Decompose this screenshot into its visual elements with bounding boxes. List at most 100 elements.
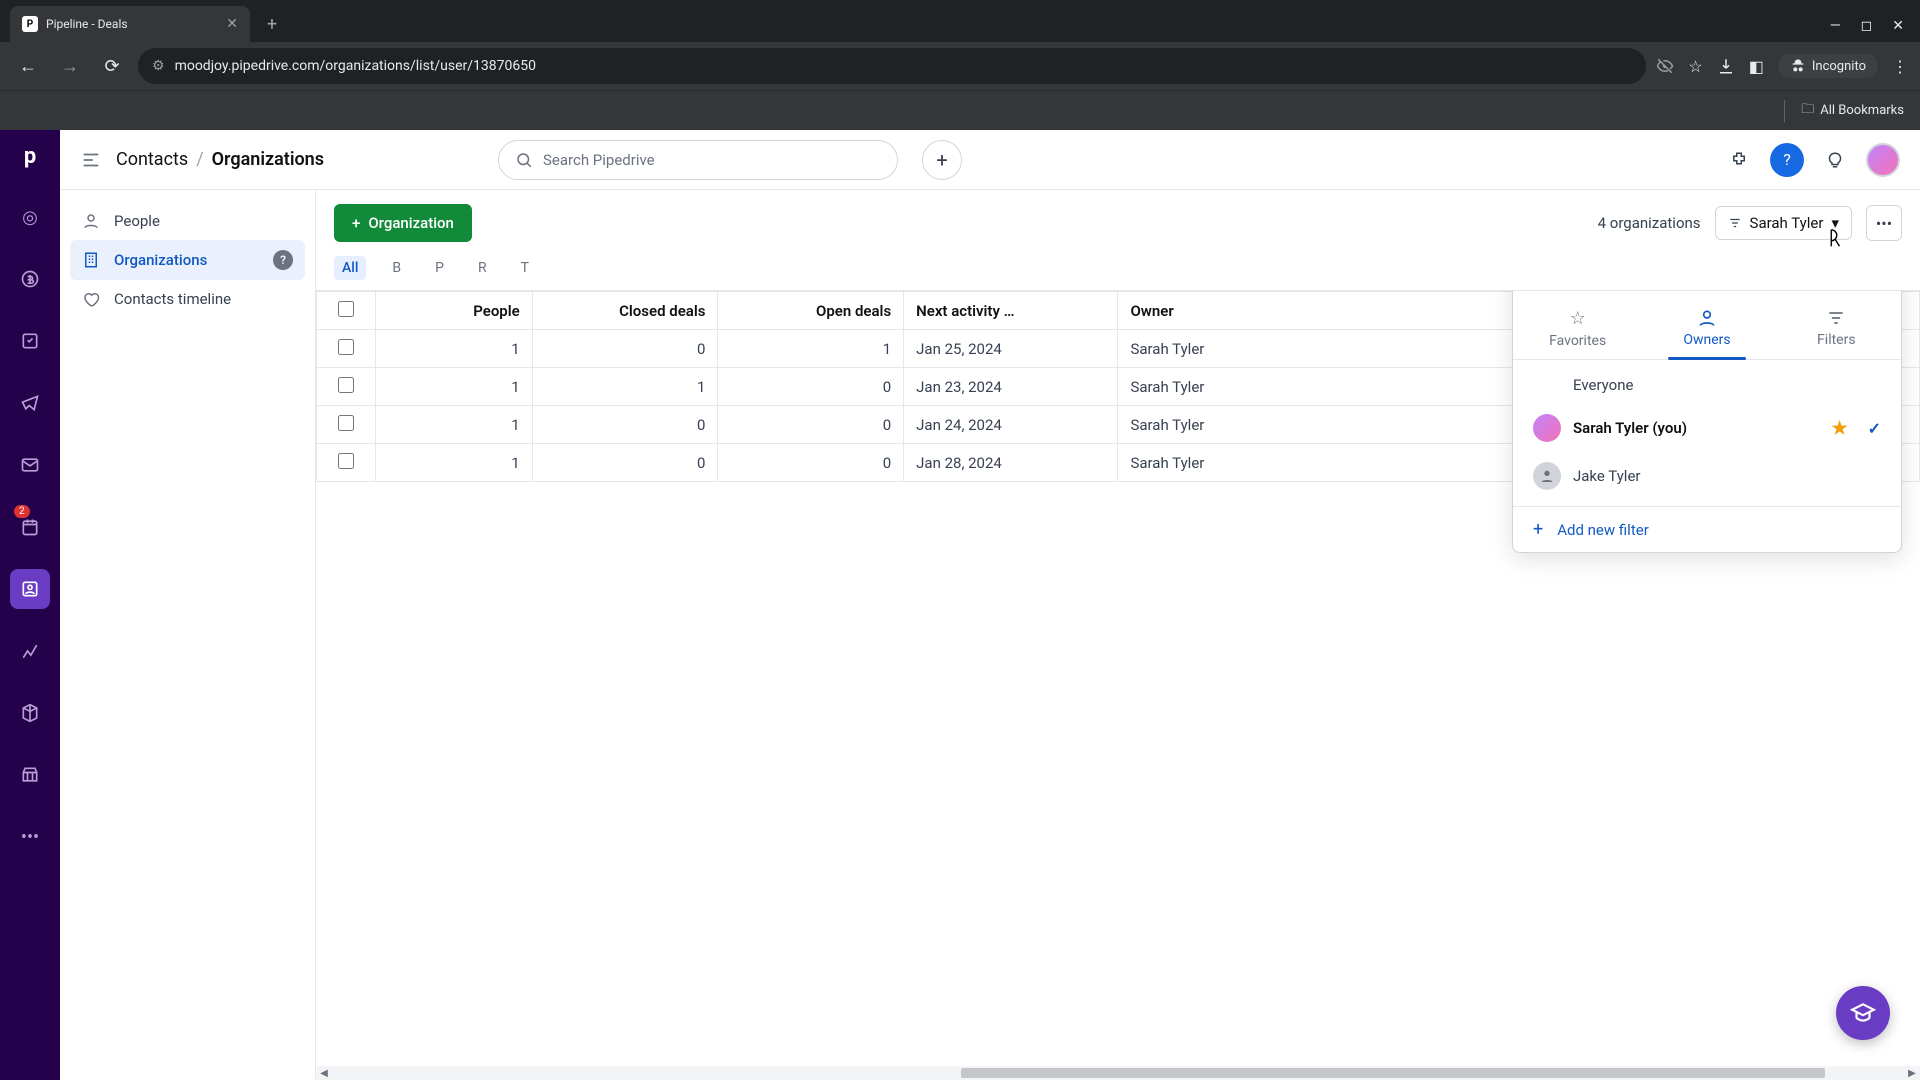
- cell-next-activity: Jan 23, 2024: [904, 368, 1118, 406]
- badge-count: 2: [14, 505, 30, 518]
- rail-item-deals[interactable]: [10, 259, 50, 299]
- filter-icon: [1728, 216, 1742, 230]
- academy-fab[interactable]: [1836, 986, 1890, 1040]
- add-filter-button[interactable]: + Add new filter: [1513, 506, 1901, 552]
- eye-off-icon[interactable]: [1656, 57, 1674, 75]
- rail-item-insights[interactable]: [10, 631, 50, 671]
- tab-favicon: P: [22, 16, 38, 32]
- search-icon: [515, 151, 533, 169]
- row-checkbox[interactable]: [338, 415, 354, 431]
- back-button[interactable]: ←: [12, 50, 44, 82]
- cell-closed-deals: 0: [532, 330, 718, 368]
- close-window-icon[interactable]: ✕: [1892, 18, 1904, 34]
- owner-filter-button[interactable]: Sarah Tyler ▾: [1715, 206, 1852, 240]
- help-badge-icon[interactable]: ?: [273, 250, 293, 270]
- maximize-icon[interactable]: ◻: [1861, 18, 1873, 34]
- rail-item-leads[interactable]: ◎: [10, 197, 50, 237]
- toolbar: + Organization 4 organizations Sarah Tyl…: [316, 190, 1920, 256]
- rail-item-more[interactable]: •••: [10, 817, 50, 857]
- scroll-track[interactable]: [332, 1068, 1904, 1078]
- owner-option-everyone[interactable]: Everyone: [1513, 366, 1901, 404]
- reload-button[interactable]: ⟳: [96, 50, 128, 82]
- breadcrumb-parent[interactable]: Contacts: [116, 149, 188, 170]
- rail-item-contacts[interactable]: [10, 569, 50, 609]
- rail-item-mail[interactable]: [10, 445, 50, 485]
- new-tab-button[interactable]: +: [258, 10, 286, 38]
- side-panel-icon[interactable]: ◧: [1749, 57, 1764, 76]
- forward-button[interactable]: →: [54, 50, 86, 82]
- avatar-icon: [1533, 414, 1561, 442]
- alpha-p[interactable]: P: [427, 256, 452, 280]
- help-button[interactable]: ?: [1770, 143, 1804, 177]
- col-closed-deals[interactable]: Closed deals: [532, 292, 718, 330]
- scroll-left-icon[interactable]: ◀: [316, 1068, 332, 1079]
- sidenav-item-organizations[interactable]: Organizations ?: [70, 240, 305, 280]
- scroll-thumb[interactable]: [961, 1068, 1826, 1078]
- selected-check-icon: ✓: [1868, 419, 1881, 438]
- org-count-label: 4 organizations: [1598, 214, 1701, 232]
- owner-filter-dropdown: Search owner or filter ☆ Favorites: [1512, 290, 1902, 553]
- owner-option-other[interactable]: Jake Tyler: [1513, 452, 1901, 500]
- extensions-icon[interactable]: [1722, 143, 1756, 177]
- horizontal-scrollbar[interactable]: ◀ ▶: [316, 1066, 1920, 1080]
- quick-add-button[interactable]: +: [922, 140, 962, 180]
- rail-item-projects[interactable]: [10, 321, 50, 361]
- app: p ◎ 2 •••: [0, 130, 1920, 1080]
- add-organization-button[interactable]: + Organization: [334, 204, 472, 242]
- bookmark-star-icon[interactable]: ☆: [1688, 57, 1702, 76]
- tab-title: Pipeline - Deals: [46, 17, 128, 31]
- browser-menu-icon[interactable]: ⋮: [1892, 57, 1908, 76]
- all-bookmarks-button[interactable]: 🗀 All Bookmarks: [1784, 100, 1904, 122]
- alpha-all[interactable]: All: [334, 256, 366, 280]
- incognito-label: Incognito: [1812, 59, 1866, 74]
- rail-item-campaigns[interactable]: [10, 383, 50, 423]
- sidebar-toggle-icon[interactable]: [80, 149, 102, 171]
- window-controls: — ◻ ✕: [1830, 18, 1920, 42]
- row-checkbox[interactable]: [338, 339, 354, 355]
- alpha-t[interactable]: T: [513, 256, 537, 280]
- owner-filter-label: Sarah Tyler: [1750, 214, 1824, 232]
- rail-item-products[interactable]: [10, 693, 50, 733]
- sidenav-item-timeline[interactable]: Contacts timeline: [70, 280, 305, 318]
- more-options-button[interactable]: •••: [1866, 205, 1902, 241]
- search-input[interactable]: Search Pipedrive: [498, 140, 898, 180]
- sidenav-item-people[interactable]: People: [70, 202, 305, 240]
- downloads-icon[interactable]: [1717, 57, 1735, 75]
- url-bar[interactable]: ⚙ moodjoy.pipedrive.com/organizations/li…: [138, 48, 1646, 84]
- rail-item-marketplace[interactable]: [10, 755, 50, 795]
- tips-icon[interactable]: [1818, 143, 1852, 177]
- cell-open-deals: 1: [718, 330, 904, 368]
- browser-chrome: P Pipeline - Deals ✕ + — ◻ ✕ ← → ⟳ ⚙ moo…: [0, 0, 1920, 130]
- tab-filters[interactable]: Filters: [1772, 300, 1901, 359]
- row-checkbox[interactable]: [338, 453, 354, 469]
- owner-you-label: Sarah Tyler (you): [1573, 419, 1687, 437]
- alpha-b[interactable]: B: [384, 256, 409, 280]
- minimize-icon[interactable]: —: [1830, 18, 1841, 34]
- folder-icon: 🗀: [1801, 100, 1814, 122]
- tab-owners[interactable]: Owners: [1642, 300, 1771, 359]
- col-people[interactable]: People: [375, 292, 532, 330]
- cell-people: 1: [375, 444, 532, 482]
- favorite-star-icon[interactable]: ★: [1831, 418, 1847, 439]
- tab-favorites[interactable]: ☆ Favorites: [1513, 300, 1642, 359]
- search-placeholder: Search Pipedrive: [543, 151, 655, 169]
- incognito-badge[interactable]: Incognito: [1778, 54, 1878, 78]
- filter-icon: [1826, 308, 1846, 328]
- owner-option-you[interactable]: Sarah Tyler (you) ★ ✓: [1513, 404, 1901, 452]
- rail-item-activities[interactable]: 2: [10, 507, 50, 547]
- select-all-cell: [317, 292, 376, 330]
- browser-tab[interactable]: P Pipeline - Deals ✕: [10, 6, 250, 42]
- sidenav-label: Contacts timeline: [114, 290, 231, 308]
- cell-people: 1: [375, 368, 532, 406]
- select-all-checkbox[interactable]: [338, 301, 354, 317]
- col-open-deals[interactable]: Open deals: [718, 292, 904, 330]
- scroll-right-icon[interactable]: ▶: [1904, 1068, 1920, 1079]
- breadcrumb: Contacts / Organizations: [116, 149, 324, 170]
- col-next-activity[interactable]: Next activity …: [904, 292, 1118, 330]
- row-checkbox[interactable]: [338, 377, 354, 393]
- tab-close-icon[interactable]: ✕: [226, 16, 238, 32]
- site-info-icon[interactable]: ⚙: [152, 58, 165, 74]
- user-avatar[interactable]: [1866, 143, 1900, 177]
- app-logo[interactable]: p: [24, 144, 36, 169]
- alpha-r[interactable]: R: [470, 256, 495, 280]
